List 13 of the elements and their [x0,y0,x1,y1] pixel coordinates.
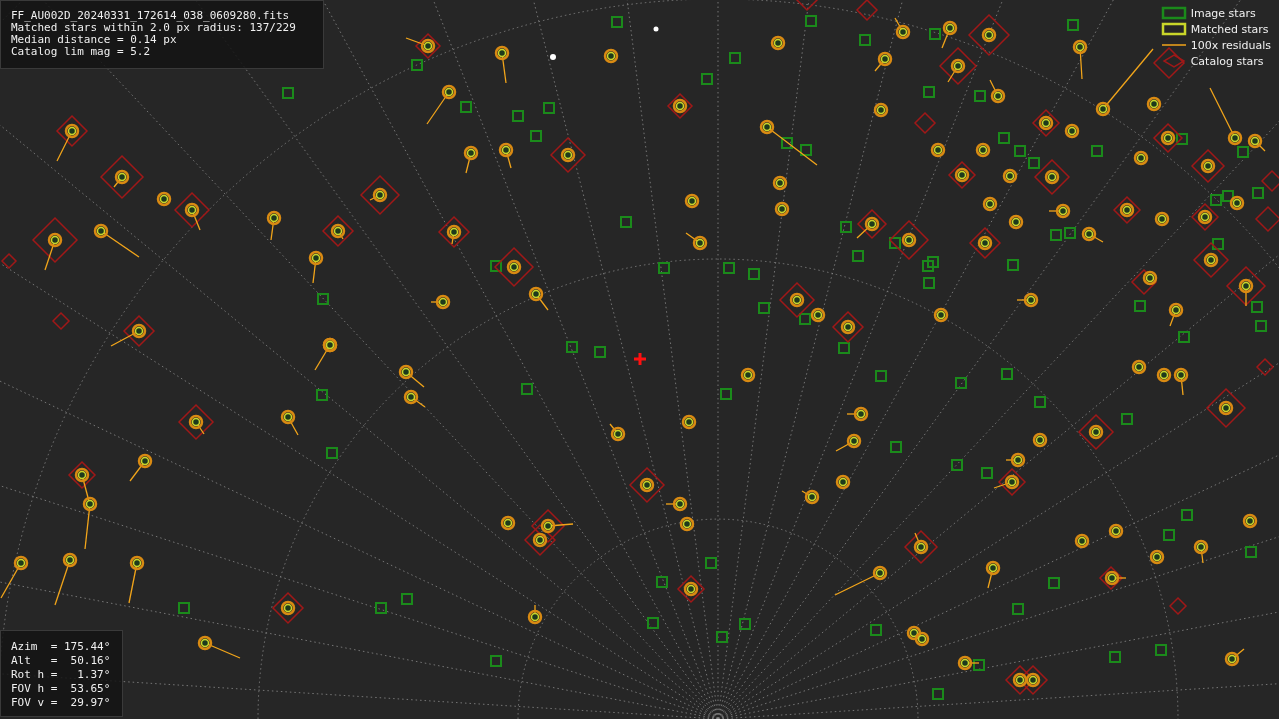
info-text: Matched stars within 2.0 px radius: 137/229 [11,22,297,34]
pointing-text: Rot h = 1.37° [11,668,112,682]
pointing-text: FOV h = 53.65° [11,682,112,696]
legend-label: Matched stars [1190,22,1269,36]
info-text: Median distance = 0.14 px [11,34,178,46]
pointing-text: Alt = 50.16° [11,654,112,668]
info-text: FF_AU002D_20240331_172614_038_0609280.fits [11,10,291,22]
pointing-text: FOV v = 29.97° [11,696,112,710]
legend-label: Catalog stars [1190,54,1264,68]
info-text: Catalog lim mag = 5.2 [11,46,152,58]
legend-label: Image stars [1190,6,1256,20]
pointing-text: Azim = 175.44° [11,640,112,654]
legend-label: 100x residuals [1190,38,1271,52]
